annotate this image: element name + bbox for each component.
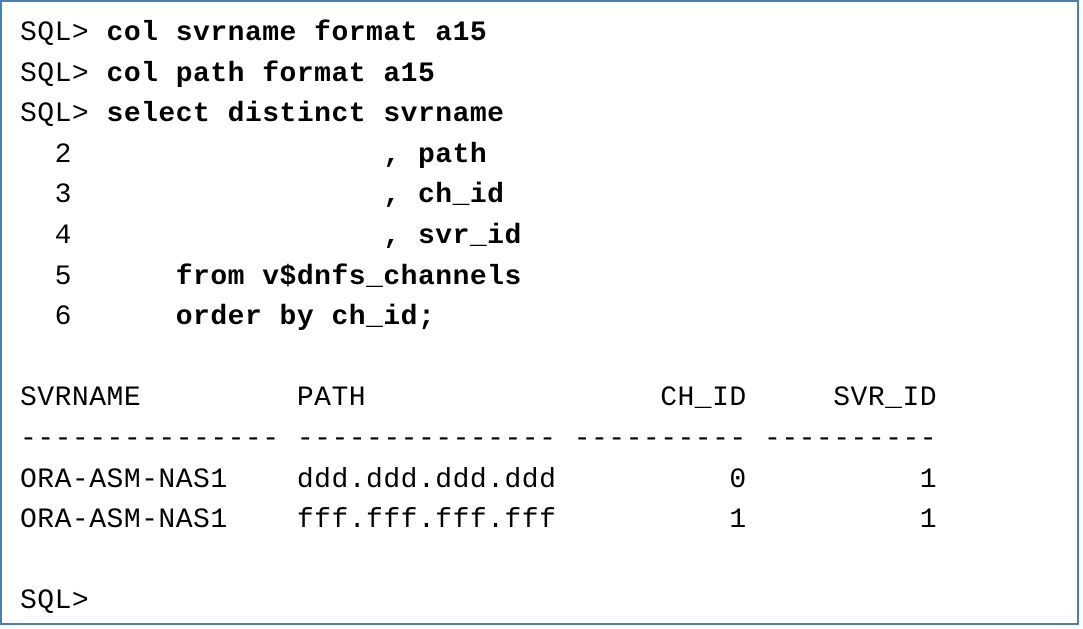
result-row: ORA-ASM-NAS1 fff.fff.fff.fff 1 1	[20, 505, 937, 536]
sql-line: 2 , path	[20, 140, 487, 171]
sql-line: SQL> select distinct svrname	[20, 99, 504, 130]
sql-line: 6 order by ch_id;	[20, 302, 435, 333]
sql-prompt: SQL>	[20, 59, 107, 90]
sql-command: select distinct svrname	[107, 99, 505, 130]
sql-command: , svr_id	[383, 221, 521, 252]
result-row: ORA-ASM-NAS1 ddd.ddd.ddd.ddd 0 1	[20, 465, 937, 496]
sql-linenum: 6	[20, 302, 176, 333]
sql-line: 3 , ch_id	[20, 180, 504, 211]
sql-linenum: 5	[20, 262, 176, 293]
sql-command: , ch_id	[383, 180, 504, 211]
sql-command: from v$dnfs_channels	[176, 262, 522, 293]
sql-command: , path	[383, 140, 487, 171]
sql-command: order by ch_id;	[176, 302, 436, 333]
sql-line: 4 , svr_id	[20, 221, 522, 252]
sql-line: 5 from v$dnfs_channels	[20, 262, 522, 293]
sql-linenum: 4	[20, 221, 383, 252]
sql-line: SQL> col path format a15	[20, 59, 435, 90]
result-divider: --------------- --------------- --------…	[20, 424, 937, 455]
sql-prompt-final: SQL>	[20, 586, 89, 617]
sql-line: SQL> col svrname format a15	[20, 18, 487, 49]
result-header: SVRNAME PATH CH_ID SVR_ID	[20, 383, 937, 414]
sql-linenum: 2	[20, 140, 383, 171]
sql-command: col svrname format a15	[107, 18, 488, 49]
sql-command: col path format a15	[107, 59, 436, 90]
sql-linenum: 3	[20, 180, 383, 211]
sql-terminal: SQL> col svrname format a15 SQL> col pat…	[0, 0, 1079, 625]
sql-prompt: SQL>	[20, 18, 107, 49]
sql-prompt: SQL>	[20, 99, 107, 130]
